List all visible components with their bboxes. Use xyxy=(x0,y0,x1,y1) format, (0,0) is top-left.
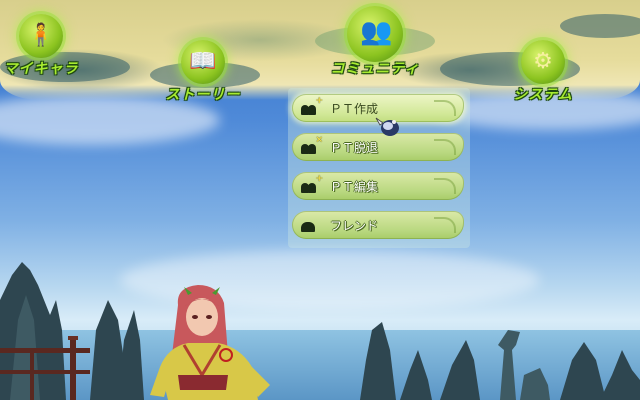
party-create-icon: + xyxy=(301,96,323,115)
menu-button-system[interactable]: ⚙ システム xyxy=(488,26,598,126)
system-gear-icon: ⚙ xyxy=(533,49,553,74)
menu-label-mychara: マイキャラ xyxy=(3,60,79,76)
friend-icon xyxy=(301,218,317,232)
menu-button-community[interactable]: 👥 コミュニティ xyxy=(320,0,430,100)
submenu-label: ＰＴ脱退 xyxy=(330,141,379,155)
submenu-label: ＰＴ作成 xyxy=(330,102,379,116)
party-edit-icon: + xyxy=(301,174,323,193)
submenu-item-friend[interactable]: フレンド xyxy=(292,211,464,239)
wooden-fence xyxy=(0,336,90,400)
community-icon: 👥 xyxy=(360,17,393,47)
pointer-cursor-icon xyxy=(375,117,399,136)
story-book-icon: 📖 xyxy=(189,49,217,74)
menu-label-story: ストーリー xyxy=(165,86,241,102)
community-submenu: + ＰＴ作成 × ＰＴ脱退 + ＰＴ編集 フレンド xyxy=(288,88,470,248)
player-character xyxy=(150,285,270,400)
menu-button-story[interactable]: 📖 ストーリー xyxy=(148,26,258,126)
mychara-icon: 🧍 xyxy=(27,23,55,48)
menu-label-community: コミュニティ xyxy=(330,60,420,76)
submenu-item-party-edit[interactable]: + ＰＴ編集 xyxy=(292,172,464,200)
party-leave-icon: × xyxy=(301,135,323,154)
menu-button-mychara[interactable]: 🧍 マイキャラ xyxy=(0,0,96,100)
submenu-label: フレンド xyxy=(330,219,379,233)
submenu-label: ＰＴ編集 xyxy=(330,180,379,194)
menu-label-system: システム xyxy=(513,86,573,102)
